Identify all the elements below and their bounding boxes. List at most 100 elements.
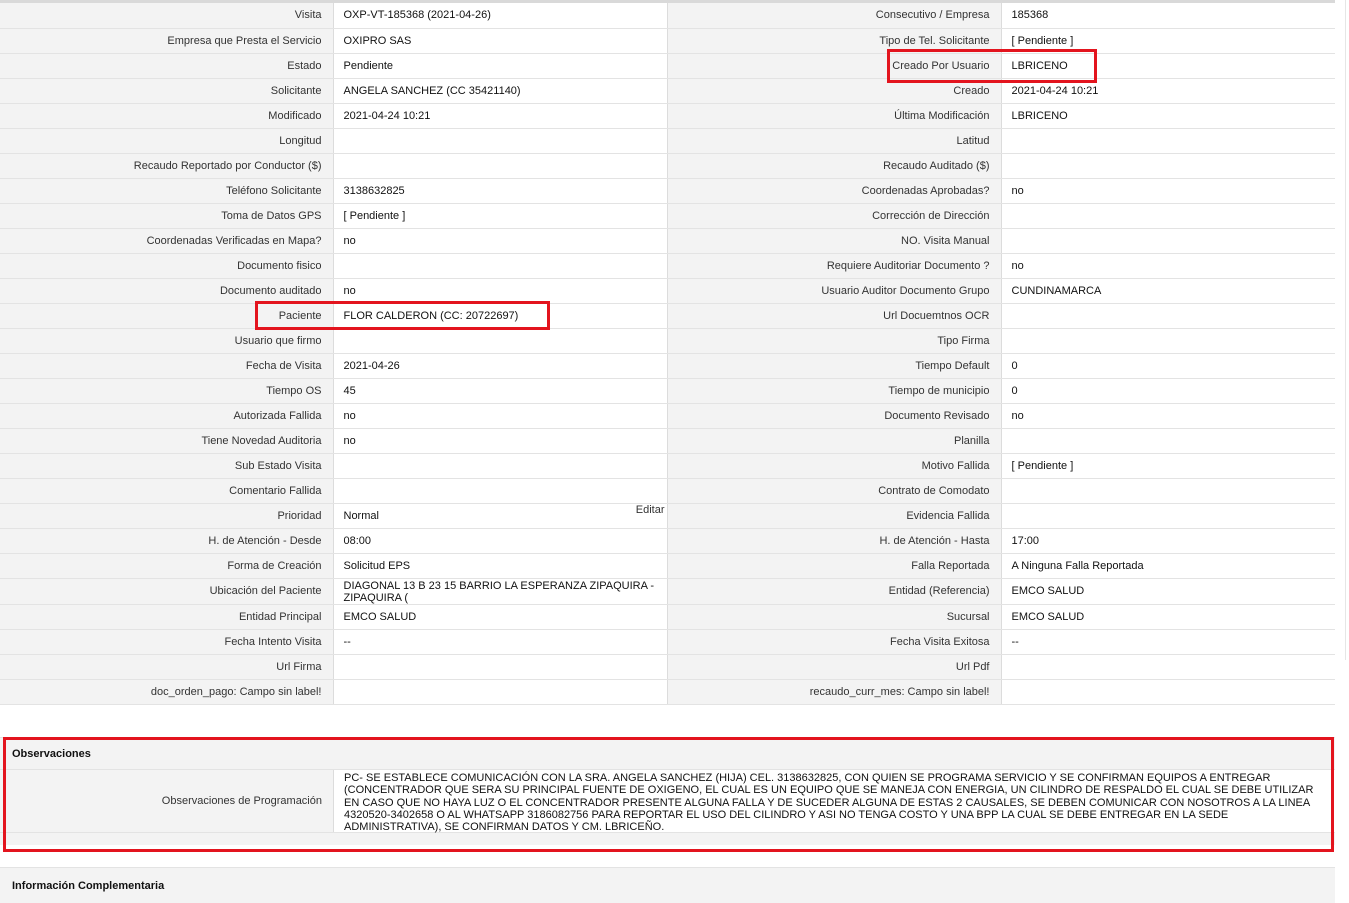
field-label: Fecha Visita Exitosa xyxy=(667,629,1001,655)
detail-row: Coordenadas Verificadas en Mapa? no NO. V… xyxy=(0,228,1336,254)
field-label: Teléfono Solicitante xyxy=(0,178,333,204)
field-label: Usuario Auditor Documento Grupo xyxy=(667,278,1001,304)
field-label-text: recaudo_curr_mes: Campo sin label! xyxy=(809,685,990,698)
field-value: 2021-04-24 10:21 xyxy=(1000,78,1336,104)
field-label-text: Fecha Visita Exitosa xyxy=(890,635,990,648)
field-value: FLOR CALDERON (CC: 20722697) xyxy=(332,303,668,329)
field-label: Ubicación del Paciente xyxy=(0,578,333,605)
observaciones-label: Observaciones de Programación xyxy=(0,770,333,832)
field-value-text: no xyxy=(1011,259,1024,272)
field-value: 2021-04-24 10:21 xyxy=(332,103,668,129)
field-value: 08:00 xyxy=(332,528,668,554)
field-value xyxy=(1000,128,1336,154)
field-label: Entidad (Referencia) xyxy=(667,578,1001,605)
detail-row: Documento fisico Requiere Auditoriar Docu… xyxy=(0,253,1336,279)
field-label: Creado xyxy=(667,78,1001,104)
field-value: [ Pendiente ] xyxy=(1000,453,1336,479)
field-value xyxy=(1000,478,1336,504)
field-label-text: Documento Revisado xyxy=(884,409,990,422)
field-label-text: Toma de Datos GPS xyxy=(221,209,322,222)
field-label: Comentario Fallida xyxy=(0,478,333,504)
field-value xyxy=(332,328,668,354)
field-value xyxy=(1000,328,1336,354)
field-label: Contrato de Comodato xyxy=(667,478,1001,504)
field-label-text: Contrato de Comodato xyxy=(878,484,990,497)
field-value: EMCO SALUD xyxy=(332,604,668,630)
observaciones-section: Observaciones Observaciones de Programac… xyxy=(0,737,1335,845)
field-label: recaudo_curr_mes: Campo sin label! xyxy=(667,679,1001,705)
field-label: Tipo Firma xyxy=(667,328,1001,354)
field-value-text: ANGELA SANCHEZ (CC 35421140) xyxy=(343,84,521,97)
field-label-text: Coordenadas Aprobadas? xyxy=(861,184,990,197)
field-value: OXP-VT-185368 (2021-04-26) xyxy=(332,3,668,29)
field-label: Autorizada Fallida xyxy=(0,403,333,429)
detail-row: Usuario que firmo Tipo Firma xyxy=(0,328,1336,354)
field-value: ANGELA SANCHEZ (CC 35421140) xyxy=(332,78,668,104)
field-value-text: [ Pendiente ] xyxy=(343,209,406,222)
field-value-text: 17:00 xyxy=(1011,534,1040,547)
field-value-text: EMCO SALUD xyxy=(1011,585,1085,597)
field-label-text: Sucursal xyxy=(946,610,990,623)
field-label-text: Prioridad xyxy=(277,509,322,522)
field-value-text: no xyxy=(343,284,356,297)
field-value-text: 2021-04-24 10:21 xyxy=(1011,84,1099,97)
field-label: Entidad Principal xyxy=(0,604,333,630)
detail-row: Estado Pendiente Creado Por Usuario LBRICEN… xyxy=(0,53,1336,79)
field-label: Motivo Fallida xyxy=(667,453,1001,479)
field-label: Sub Estado Visita xyxy=(0,453,333,479)
field-value-text: [ Pendiente ] xyxy=(1011,459,1074,472)
field-label: H. de Atención - Desde xyxy=(0,528,333,554)
right-gutter xyxy=(1335,0,1349,903)
field-value: 185368 xyxy=(1000,3,1336,29)
field-label-text: Última Modificación xyxy=(894,109,990,122)
field-value-text: 2021-04-24 10:21 xyxy=(343,109,431,122)
field-value-text: OXP-VT-185368 (2021-04-26) xyxy=(343,9,491,22)
field-label-text: Url Docuemtnos OCR xyxy=(883,309,990,322)
field-label: Última Modificación xyxy=(667,103,1001,129)
field-value: 17:00 xyxy=(1000,528,1336,554)
field-value-text: LBRICENO xyxy=(1011,109,1068,122)
field-label: Modificado xyxy=(0,103,333,129)
field-value-text: -- xyxy=(343,635,351,648)
field-label: Solicitante xyxy=(0,78,333,104)
scroll-track xyxy=(1345,0,1346,660)
field-label-text: Tiempo OS xyxy=(266,384,322,397)
field-label: Falla Reportada xyxy=(667,553,1001,579)
field-label-text: Recaudo Reportado por Conductor ($) xyxy=(133,159,322,172)
field-value-text: EMCO SALUD xyxy=(343,610,417,623)
field-label: Tiempo OS xyxy=(0,378,333,404)
field-value xyxy=(1000,203,1336,229)
detail-row: Toma de Datos GPS [ Pendiente ] Corrección… xyxy=(0,203,1336,229)
field-value: Pendiente xyxy=(332,53,668,79)
info-complementaria-header[interactable]: Información Complementaria xyxy=(0,867,1335,903)
field-value-text: LBRICENO xyxy=(1011,59,1068,72)
field-value-text: Normal xyxy=(343,509,379,522)
field-label-text: Longitud xyxy=(279,134,322,147)
field-label-text: Empresa que Presta el Servicio xyxy=(167,34,322,47)
field-value-text: 3138632825 xyxy=(343,184,405,197)
field-label-text: Paciente xyxy=(278,309,322,322)
field-label-text: Teléfono Solicitante xyxy=(226,184,322,197)
field-label: Forma de Creación xyxy=(0,553,333,579)
field-value: no xyxy=(332,403,668,429)
field-label: Evidencia Fallida xyxy=(667,503,1001,529)
field-label-text: Documento fisico xyxy=(237,259,322,272)
detail-row: Autorizada Fallida no Documento Revisado … xyxy=(0,403,1336,429)
field-value: no xyxy=(332,278,668,304)
field-label-text: Creado Por Usuario xyxy=(892,59,990,72)
field-label-text: Recaudo Auditado ($) xyxy=(883,159,990,172)
field-label-text: doc_orden_pago: Campo sin label! xyxy=(150,685,322,698)
field-label: Documento auditado xyxy=(0,278,333,304)
field-value: LBRICENO xyxy=(1000,53,1336,79)
field-label-text: Creado xyxy=(953,84,990,97)
field-label-text: Estado xyxy=(287,59,322,72)
observaciones-header: Observaciones xyxy=(0,737,1335,770)
edit-prioridad-link[interactable]: Editar xyxy=(636,504,665,516)
field-value-text: [ Pendiente ] xyxy=(1011,34,1074,47)
field-label-text: Ubicación del Paciente xyxy=(209,585,322,597)
field-label-text: Comentario Fallida xyxy=(229,484,322,497)
field-value-text: 45 xyxy=(343,384,356,397)
field-label: Documento Revisado xyxy=(667,403,1001,429)
detail-row: Visita OXP-VT-185368 (2021-04-26) Consecut… xyxy=(0,3,1336,29)
field-label-text: Tipo Firma xyxy=(937,334,990,347)
